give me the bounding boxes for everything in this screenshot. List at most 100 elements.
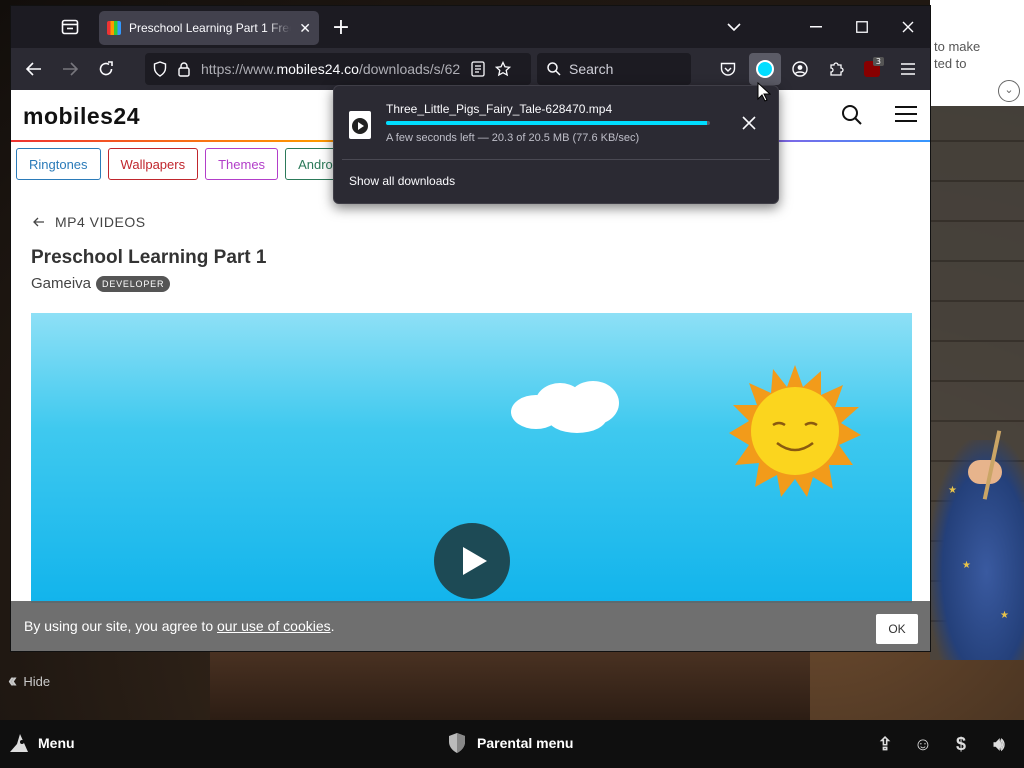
video-file-icon [349, 111, 371, 139]
search-bar[interactable]: Search [537, 53, 691, 85]
sun-illustration [729, 365, 861, 497]
extension-badge: 3 [872, 57, 884, 66]
download-progress-fill [386, 121, 707, 125]
wizard-hat-icon [10, 734, 28, 752]
developer-badge: DEVELOPER [96, 275, 171, 292]
lock-icon[interactable] [177, 61, 191, 77]
site-logo[interactable]: mobiles24 [23, 103, 140, 130]
ublock-extension-button[interactable]: 3 [857, 55, 887, 83]
tracking-protection-shield-icon[interactable] [153, 61, 167, 77]
back-label: MP4 VIDEOS [55, 214, 146, 230]
taskbar-menu-button[interactable]: Menu [8, 732, 75, 754]
firefox-view-button[interactable] [55, 13, 85, 41]
cancel-download-button[interactable] [742, 114, 756, 135]
pocket-button[interactable] [713, 55, 743, 83]
close-icon [902, 21, 914, 33]
cookie-text: By using our site, you agree to our use … [24, 618, 335, 634]
downloads-panel: Three_Little_Pigs_Fairy_Tale-628470.mp4 … [333, 85, 779, 204]
url-domain: mobiles24.co [276, 61, 359, 77]
play-button[interactable] [434, 523, 510, 599]
minimize-button[interactable] [801, 13, 831, 41]
puzzle-icon [830, 62, 844, 76]
system-tray: ⇪ ☺ $ 🔊︎ [872, 732, 1012, 756]
url-prefix: https://www. [201, 61, 277, 77]
reader-view-icon[interactable] [471, 61, 485, 77]
parental-menu-label: Parental menu [477, 735, 574, 751]
extensions-button[interactable] [821, 55, 851, 83]
tab-active[interactable]: Preschool Learning Part 1 Free M ✕ [99, 11, 319, 45]
chip-ringtones[interactable]: Ringtones [16, 148, 101, 180]
speaker-icon[interactable]: 🔊︎ [986, 732, 1012, 756]
cookie-text-after: . [330, 618, 335, 634]
new-tab-button[interactable]: + [326, 13, 356, 41]
decor-star: ★ [948, 485, 957, 496]
forward-button[interactable] [55, 55, 85, 83]
url-bar[interactable]: https://www.mobiles24.co/downloads/s/62 [145, 53, 531, 85]
maximize-button[interactable] [847, 13, 877, 41]
wizard-hand [968, 460, 1002, 484]
downloads-button[interactable] [749, 53, 781, 85]
hide-panel-button[interactable]: ‹‹ Hide [8, 670, 50, 693]
background-window: to make ted to ⌄ [930, 0, 1024, 106]
site-search-icon[interactable] [841, 104, 865, 128]
share-icon[interactable]: ⇪ [872, 732, 898, 756]
reload-button[interactable] [91, 55, 121, 83]
double-chevron-left-icon: ‹‹ [8, 670, 18, 692]
pocket-icon [720, 62, 736, 76]
page-title: Preschool Learning Part 1 [31, 247, 267, 268]
chip-wallpapers[interactable]: Wallpapers [107, 148, 199, 180]
download-filename[interactable]: Three_Little_Pigs_Fairy_Tale-628470.mp4 [386, 102, 612, 116]
parental-menu-button[interactable]: Parental menu [447, 732, 573, 754]
close-icon [742, 116, 756, 130]
decor-star: ★ [1000, 610, 1009, 621]
developer-info: Gameiva DEVELOPER [31, 275, 171, 292]
play-icon [463, 547, 487, 575]
arrow-right-icon [63, 62, 78, 76]
close-tab-icon[interactable]: ✕ [299, 20, 311, 37]
shield-icon [449, 733, 465, 753]
chevron-down-icon[interactable]: ⌄ [998, 80, 1020, 102]
url-text[interactable]: https://www.mobiles24.co/downloads/s/62 [201, 61, 461, 77]
cloud-illustration [511, 379, 621, 433]
arrow-left-icon [33, 217, 44, 227]
reload-icon [99, 61, 113, 76]
hide-label: Hide [23, 674, 51, 689]
site-favicon-icon [107, 21, 121, 35]
hamburger-icon [901, 63, 915, 75]
url-path: /downloads/s/62 [358, 61, 461, 77]
download-status: A few seconds left — 20.3 of 20.5 MB (77… [386, 132, 640, 144]
cookie-banner: By using our site, you agree to our use … [11, 601, 930, 651]
character-icon[interactable]: ☺ [910, 732, 936, 756]
back-to-category-link[interactable]: MP4 VIDEOS [33, 214, 146, 230]
background-window-text: to make [934, 39, 981, 54]
site-menu-icon[interactable] [895, 106, 917, 126]
cookie-policy-link[interactable]: our use of cookies [217, 618, 331, 634]
background-window-text: ted to [934, 56, 967, 71]
search-icon [547, 62, 561, 76]
coins-icon[interactable]: $ [948, 732, 974, 756]
chip-themes[interactable]: Themes [205, 148, 279, 180]
panel-divider [342, 159, 770, 160]
back-button[interactable] [19, 55, 49, 83]
category-chips: Ringtones Wallpapers Themes Android A [16, 148, 368, 180]
close-window-button[interactable] [893, 13, 923, 41]
firefox-view-icon [61, 19, 79, 35]
account-button[interactable] [785, 55, 815, 83]
navigation-toolbar: https://www.mobiles24.co/downloads/s/62 … [11, 48, 930, 90]
account-icon [792, 61, 808, 77]
bookmark-star-icon[interactable] [495, 61, 511, 77]
arrow-left-icon [26, 62, 41, 76]
download-progress-icon [756, 60, 774, 78]
download-progress-bar [386, 121, 710, 125]
cookie-ok-button[interactable]: OK [876, 614, 918, 644]
wooden-table [210, 650, 810, 720]
show-all-downloads-button[interactable]: Show all downloads [349, 174, 455, 188]
app-menu-button[interactable] [893, 55, 923, 83]
ublock-icon: 3 [864, 57, 884, 77]
developer-name[interactable]: Gameiva [31, 275, 91, 292]
video-player[interactable] [31, 313, 912, 603]
list-tabs-button[interactable] [719, 13, 749, 41]
mouse-cursor-icon [757, 82, 771, 102]
decor-star: ★ [962, 560, 971, 571]
chevron-down-icon [727, 23, 741, 32]
